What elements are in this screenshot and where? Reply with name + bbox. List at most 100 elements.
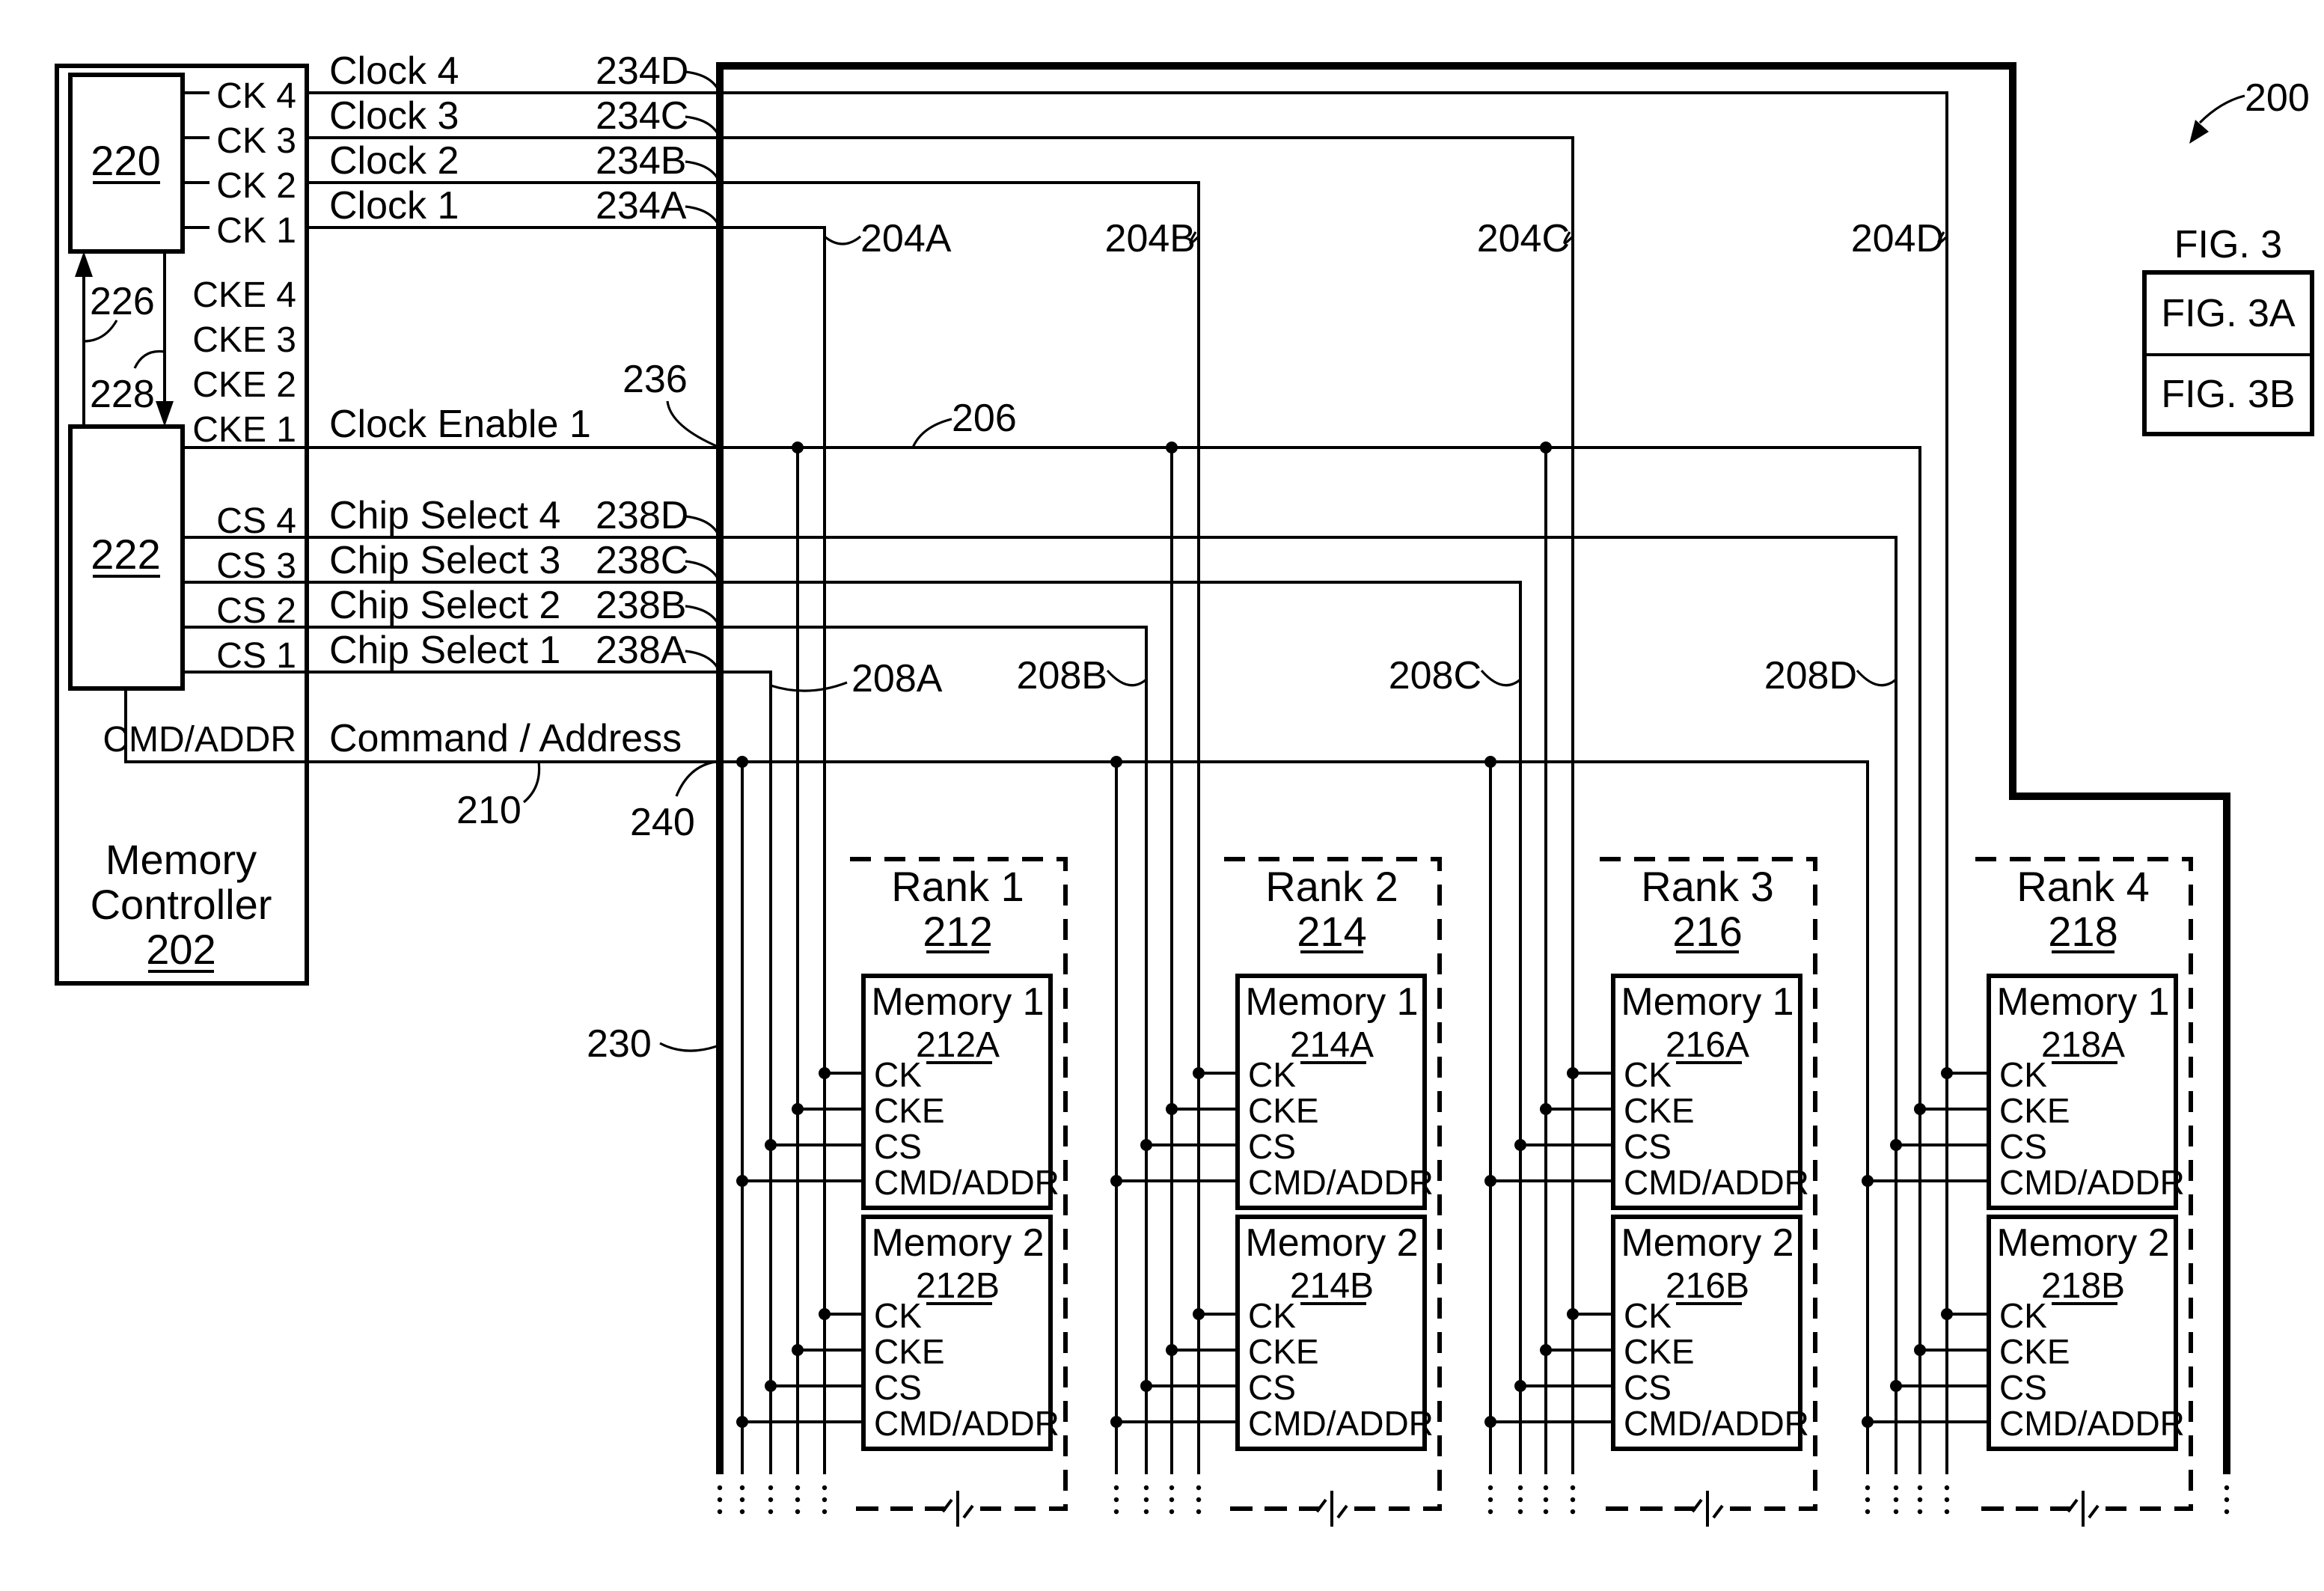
break-mark — [1712, 1504, 1724, 1519]
junction-dot — [1140, 1380, 1152, 1392]
pin-label: CS — [874, 1127, 922, 1166]
cs-port-label: CS 1 — [216, 636, 296, 676]
pin-label: CMD/ADDR — [1999, 1163, 2185, 1202]
rank-ref: 216 — [1672, 908, 1742, 955]
fig-part-a[interactable]: FIG. 3A — [2161, 292, 2295, 335]
memory-name: Memory 2 — [1621, 1221, 1794, 1265]
memory-device[interactable]: Memory 1212ACKCKECSCMD/ADDR — [736, 974, 1059, 1210]
junction-dot — [819, 1067, 831, 1079]
continuation-dot — [1517, 1509, 1523, 1515]
memory-name: Memory 2 — [871, 1221, 1044, 1265]
memory-ref: 216B — [1666, 1266, 1749, 1306]
memory-device[interactable]: Memory 2216BCKCKECSCMD/ADDR — [1484, 1215, 1809, 1451]
break-mark — [941, 1498, 953, 1513]
block-220-label: 220 — [91, 137, 160, 184]
memory-device[interactable]: Memory 2212BCKCKECSCMD/ADDR — [736, 1215, 1059, 1451]
continuation-dot — [795, 1497, 801, 1503]
pin-label: CK — [1999, 1055, 2047, 1094]
junction-dot — [765, 1380, 777, 1392]
junction-dot — [1540, 1103, 1552, 1115]
junction-dot — [792, 442, 804, 454]
memory-device[interactable]: Memory 1218ACKCKECSCMD/ADDR — [1862, 974, 2185, 1210]
junction-dot — [792, 1344, 804, 1356]
cs-drop-ref: 208B — [1017, 654, 1107, 697]
continuation-dot — [1196, 1485, 1202, 1491]
continuation-dot — [2224, 1509, 2230, 1515]
chip-select-label: Chip Select 1 — [329, 629, 560, 672]
break-mark — [1691, 1498, 1703, 1513]
memory-ref: 218B — [2041, 1266, 2125, 1306]
continuation-dot — [1543, 1485, 1549, 1491]
rank-3: Rank 3216Memory 1216ACKCKECSCMD/ADDRMemo… — [1484, 857, 1817, 1527]
continuation-dot — [2224, 1485, 2230, 1491]
pin-label: CK — [1624, 1296, 1672, 1335]
junction-dot — [1862, 1416, 1874, 1428]
command-address-label: Command / Address — [329, 717, 682, 760]
memory-device[interactable]: Memory 2214BCKCKECSCMD/ADDR — [1110, 1215, 1434, 1451]
continuation-dot — [1917, 1485, 1923, 1491]
clock-label: Clock 1 — [329, 184, 459, 227]
continuation-dot — [768, 1497, 774, 1503]
continuation-dot — [1487, 1485, 1493, 1491]
memory-system-diagram: 220 222 226 228 Memory Controller 202 CK… — [55, 49, 2314, 1527]
memory-name: Memory 1 — [1621, 980, 1794, 1024]
ck-port-label: CK 2 — [216, 166, 296, 206]
rank-title: Rank 1 — [891, 863, 1024, 910]
cke-port-label: CKE 2 — [192, 365, 296, 405]
junction-dot — [1484, 756, 1496, 768]
fig-title: FIG. 3 — [2174, 223, 2282, 266]
figure-ref-leader — [2198, 94, 2245, 124]
cs-drop-ref: 208C — [1389, 654, 1481, 697]
pin-label: CMD/ADDR — [874, 1163, 1059, 1202]
continuation-dot — [768, 1509, 774, 1515]
ref-230: 230 — [587, 1022, 652, 1066]
memory-device[interactable]: Memory 1216ACKCKECSCMD/ADDR — [1484, 974, 1809, 1210]
clock-enable-ref: 236 — [623, 358, 688, 401]
rank-title: Rank 4 — [2016, 863, 2149, 910]
pin-label: CMD/ADDR — [1248, 1404, 1434, 1443]
rank-4: Rank 4218Memory 1218ACKCKECSCMD/ADDRMemo… — [1862, 857, 2193, 1527]
junction-dot — [1110, 1416, 1122, 1428]
figure-ref: 200 — [2245, 76, 2310, 120]
ref-226: 226 — [90, 280, 155, 323]
pin-label: CK — [1248, 1296, 1296, 1335]
junction-dot — [1110, 1175, 1122, 1187]
continuation-dot — [1169, 1509, 1175, 1515]
memory-device[interactable]: Memory 2218BCKCKECSCMD/ADDR — [1862, 1215, 2185, 1451]
continuation-dot — [1487, 1509, 1493, 1515]
pin-label: CS — [1999, 1368, 2047, 1407]
continuation-dot — [2224, 1497, 2230, 1503]
junction-dot — [765, 1139, 777, 1151]
memory-device[interactable]: Memory 1214ACKCKECSCMD/ADDR — [1110, 974, 1434, 1210]
junction-dot — [1484, 1175, 1496, 1187]
clock-ref: 234D — [596, 49, 688, 93]
cs-drop-ref: 208A — [851, 657, 943, 700]
rank-ref: 212 — [923, 908, 992, 955]
chip-select-label: Chip Select 4 — [329, 494, 560, 537]
junction-dot — [1166, 442, 1178, 454]
continuation-dot — [717, 1509, 723, 1515]
clock-enable-line-ref: 206 — [952, 397, 1017, 440]
clock-ref: 234C — [596, 94, 688, 138]
rank-2: Rank 2214Memory 1214ACKCKECSCMD/ADDRMemo… — [1110, 857, 1442, 1527]
fig-part-b[interactable]: FIG. 3B — [2161, 373, 2295, 416]
continuation-dot — [1865, 1509, 1871, 1515]
continuation-dot — [717, 1497, 723, 1503]
continuation-dot — [1944, 1485, 1950, 1491]
chip-select-label: Chip Select 2 — [329, 584, 560, 627]
memory-ref: 214B — [1290, 1266, 1374, 1306]
continuation-dot — [1543, 1497, 1549, 1503]
junction-ref-240: 240 — [630, 801, 695, 844]
chip-select-ref: 238A — [596, 629, 687, 672]
clock-drop-ref: 204A — [860, 217, 952, 260]
pin-label: CKE — [1999, 1332, 2070, 1371]
continuation-dot — [1865, 1497, 1871, 1503]
continuation-dot — [1196, 1509, 1202, 1515]
rank-title: Rank 3 — [1641, 863, 1773, 910]
clock-label: Clock 4 — [329, 49, 459, 93]
junction-dot — [1890, 1380, 1902, 1392]
pin-label: CMD/ADDR — [1999, 1404, 2185, 1443]
pin-label: CKE — [874, 1332, 945, 1371]
junction-dot — [1166, 1103, 1178, 1115]
rank-ref: 214 — [1297, 908, 1366, 955]
